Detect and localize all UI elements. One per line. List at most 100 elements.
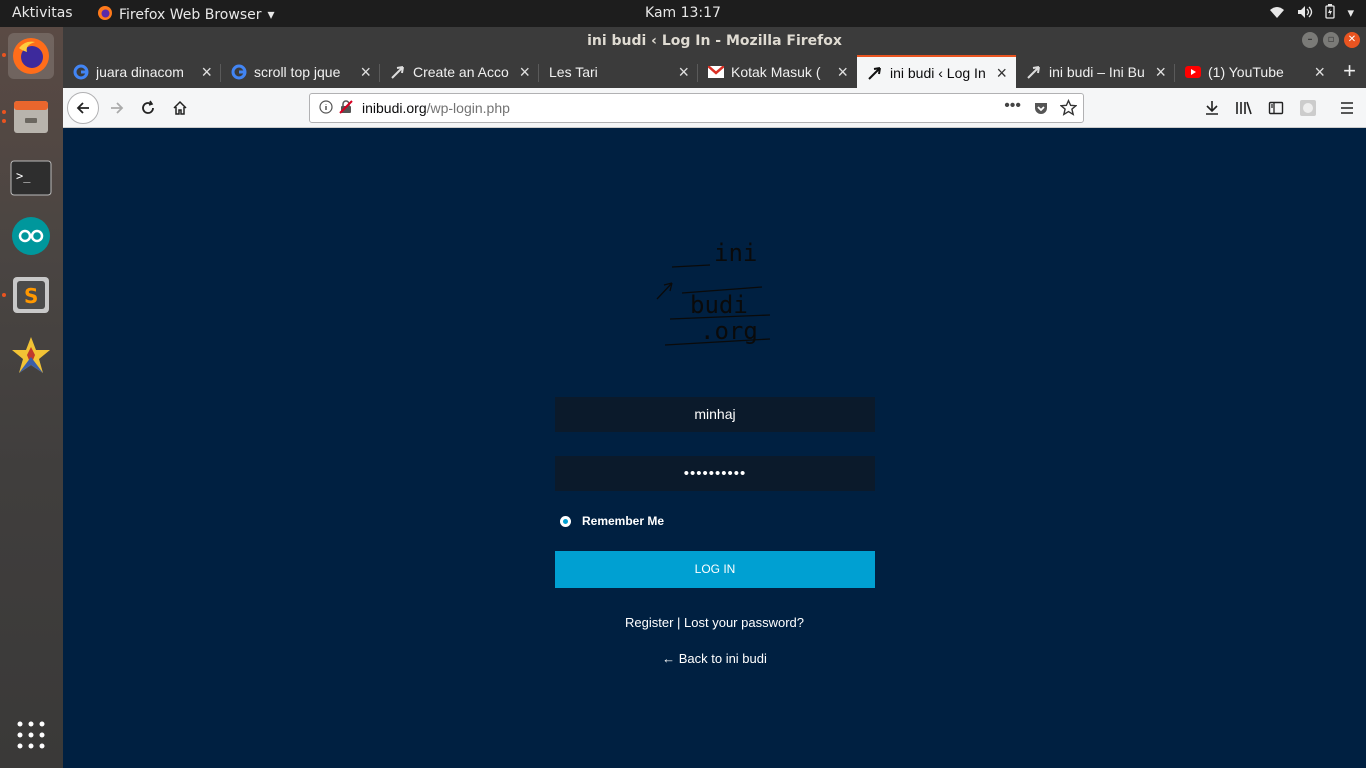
clock[interactable]: Kam 13:17 — [645, 5, 721, 21]
navigation-toolbar: inibudi.org/wp-login.php ••• — [63, 88, 1366, 128]
forward-arrow-icon — [111, 102, 124, 114]
tab-label: ini budi – Ini Bu — [1049, 64, 1145, 80]
forward-button[interactable] — [103, 94, 131, 122]
bookmark-star-icon[interactable] — [1059, 98, 1078, 119]
page-actions-icon[interactable]: ••• — [1004, 97, 1021, 115]
running-indicator — [2, 293, 6, 297]
url-bar[interactable]: inibudi.org/wp-login.php ••• — [309, 93, 1084, 123]
tab-label: Kotak Masuk ( — [731, 64, 821, 80]
arrow-logo-icon — [1026, 64, 1042, 80]
tab-les-tari[interactable]: Les Tari × — [539, 56, 698, 88]
activities-button[interactable]: Aktivitas — [12, 5, 73, 21]
running-indicator — [2, 53, 6, 57]
menu-icon — [1341, 102, 1353, 114]
password-input[interactable]: •••••••••• — [555, 456, 875, 491]
tab-close-icon[interactable]: × — [837, 62, 848, 83]
app-menu-label: Firefox Web Browser — [119, 7, 262, 23]
tab-scroll-top[interactable]: scroll top jque × — [221, 56, 380, 88]
download-icon — [1206, 101, 1218, 115]
dock-firefox-icon[interactable] — [8, 33, 54, 79]
tab-label: juara dinacom — [96, 64, 184, 80]
dock-terminal-icon[interactable]: >_ — [8, 155, 54, 201]
minimize-button[interactable]: – — [1302, 32, 1318, 48]
tab-close-icon[interactable]: × — [1314, 62, 1325, 83]
remember-me-label: Remember Me — [582, 514, 665, 528]
running-indicator — [2, 119, 6, 123]
dock-star-app-icon[interactable] — [8, 332, 54, 378]
app-menu[interactable]: Firefox Web Browser ▾ — [97, 5, 275, 25]
url-host: inibudi.org — [362, 100, 427, 116]
tab-label: ini budi ‹ Log In — [890, 64, 986, 81]
tab-close-icon[interactable]: × — [360, 62, 371, 83]
reload-icon — [142, 100, 154, 114]
back-to-site-link[interactable]: ← Back to ini budi — [662, 651, 767, 666]
system-status-area[interactable]: ▾ — [1269, 4, 1354, 23]
info-icon[interactable] — [318, 99, 334, 118]
register-link[interactable]: Register — [625, 615, 673, 630]
tab-bar: juara dinacom × scroll top jque × Create… — [63, 55, 1366, 88]
username-input[interactable]: minhaj — [555, 397, 875, 432]
system-menu-caret-icon: ▾ — [1347, 6, 1354, 21]
dock-files-icon[interactable] — [8, 93, 54, 139]
running-indicator — [2, 110, 6, 114]
remember-me-checkbox[interactable] — [560, 515, 571, 527]
home-button[interactable] — [166, 94, 194, 122]
insecure-lock-icon[interactable] — [338, 99, 354, 118]
tab-close-icon[interactable]: × — [678, 62, 689, 83]
firefox-small-icon — [97, 5, 113, 25]
url-text: inibudi.org/wp-login.php — [362, 100, 510, 116]
pocket-icon[interactable] — [1033, 100, 1049, 119]
back-button[interactable] — [67, 92, 99, 124]
tab-ini-budi-home[interactable]: ini budi – Ini Bu × — [1016, 56, 1175, 88]
tab-kotak-masuk[interactable]: Kotak Masuk ( × — [698, 56, 857, 88]
tab-close-icon[interactable]: × — [1155, 62, 1166, 83]
site-logo[interactable]: ini budi .org — [650, 229, 780, 354]
new-tab-button[interactable]: + — [1343, 58, 1356, 84]
tab-juara-dinacom[interactable]: juara dinacom × — [63, 56, 221, 88]
url-path: /wp-login.php — [426, 100, 510, 116]
login-button[interactable]: LOG IN — [555, 551, 875, 588]
wifi-icon — [1269, 5, 1285, 23]
login-page: ini budi .org minhaj •••••••••• Remember… — [63, 129, 1366, 768]
tab-label: scroll top jque — [254, 64, 341, 80]
tab-label: (1) YouTube — [1208, 64, 1284, 80]
back-link-row: ← Back to ini budi — [63, 651, 1366, 666]
close-window-button[interactable]: ✕ — [1344, 32, 1360, 48]
tab-label: Create an Acco — [413, 64, 509, 80]
sidebar-icon — [1268, 101, 1284, 115]
svg-text:S: S — [24, 284, 38, 308]
remember-me-option[interactable]: Remember Me — [560, 514, 664, 528]
window-titlebar[interactable]: ini budi ‹ Log In - Mozilla Firefox – ▫ … — [63, 27, 1366, 55]
dock-sublime-icon[interactable]: S — [8, 272, 54, 318]
tab-ini-budi-login[interactable]: ini budi ‹ Log In × — [857, 55, 1016, 88]
library-button[interactable] — [1230, 94, 1258, 122]
tab-close-icon[interactable]: × — [519, 62, 530, 83]
show-applications-icon[interactable] — [8, 712, 54, 758]
tab-create-account[interactable]: Create an Acco × — [380, 56, 539, 88]
tab-youtube[interactable]: (1) YouTube × — [1175, 56, 1334, 88]
extension-icon[interactable] — [1294, 94, 1322, 122]
volume-icon — [1297, 5, 1313, 23]
home-icon — [173, 100, 187, 115]
logo-line-budi: budi — [690, 291, 748, 319]
hamburger-menu-button[interactable] — [1333, 94, 1361, 122]
sidebar-button[interactable] — [1262, 94, 1290, 122]
arrow-logo-icon — [390, 64, 406, 80]
dock-arduino-icon[interactable] — [8, 213, 54, 259]
window-title: ini budi ‹ Log In - Mozilla Firefox — [587, 33, 842, 49]
back-arrow-icon — [76, 102, 89, 114]
google-icon — [73, 64, 89, 80]
link-separator: | — [673, 615, 685, 630]
reload-button[interactable] — [134, 94, 162, 122]
top-panel: Aktivitas Firefox Web Browser ▾ Kam 13:1… — [0, 0, 1366, 27]
library-icon — [1236, 101, 1252, 115]
arrow-logo-icon — [867, 65, 883, 81]
battery-icon — [1325, 4, 1336, 23]
tab-close-icon[interactable]: × — [201, 62, 212, 83]
lost-password-link[interactable]: Lost your password? — [684, 615, 804, 630]
maximize-button[interactable]: ▫ — [1323, 32, 1339, 48]
dock: >_ S — [0, 27, 63, 768]
downloads-button[interactable] — [1198, 94, 1226, 122]
tab-close-icon[interactable]: × — [996, 63, 1007, 84]
tab-label: Les Tari — [549, 64, 598, 80]
